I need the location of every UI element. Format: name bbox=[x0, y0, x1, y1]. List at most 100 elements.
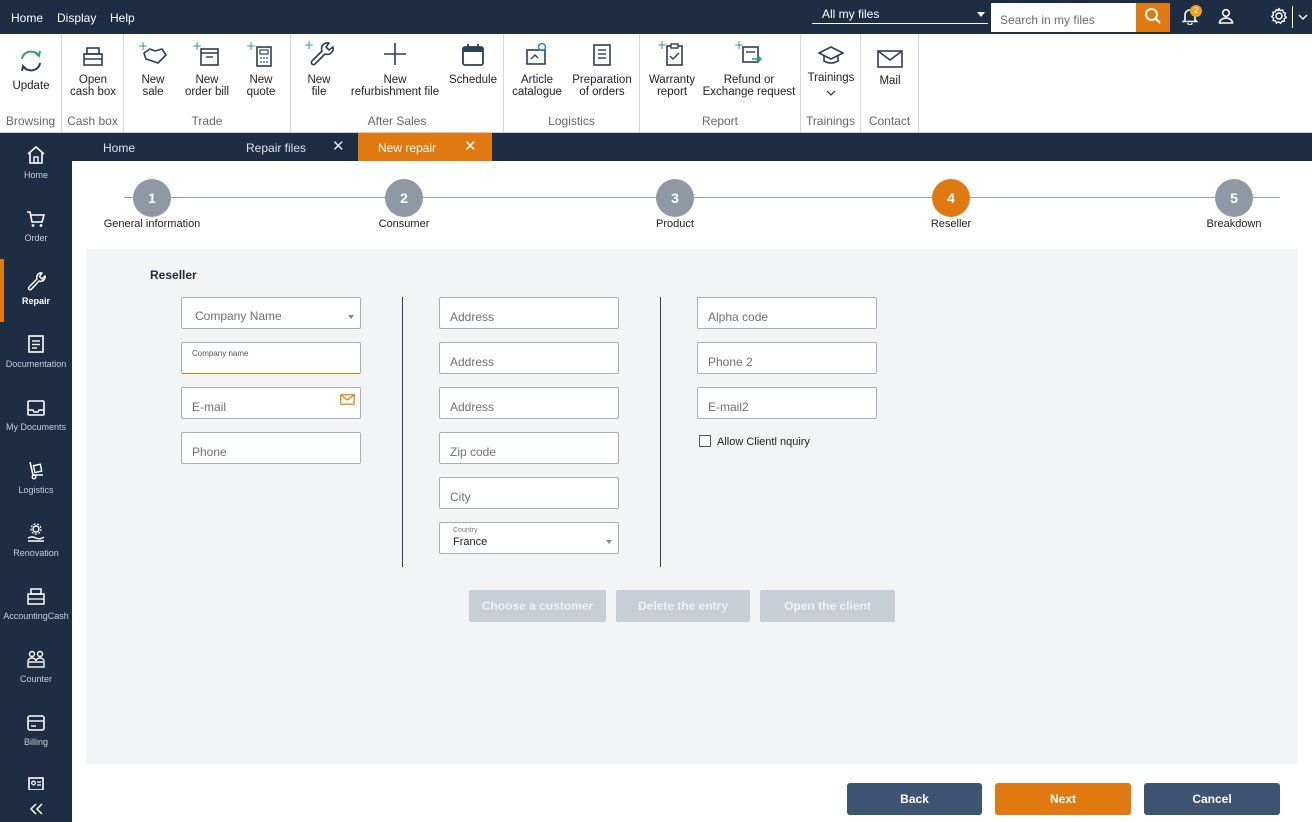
gear-icon bbox=[1270, 7, 1288, 28]
svg-text:+: + bbox=[657, 39, 667, 52]
cancel-button[interactable]: Cancel bbox=[1144, 783, 1280, 815]
sidebar-item-repair[interactable]: Repair bbox=[0, 259, 72, 322]
new-quote-button[interactable]: + New quote bbox=[238, 34, 284, 98]
calendar-icon bbox=[461, 43, 485, 70]
ribbon-group-browsing: Update Browsing bbox=[0, 34, 62, 132]
step-5[interactable]: 5 bbox=[1215, 179, 1253, 217]
file-scope-select[interactable]: All my files bbox=[812, 4, 988, 24]
sidebar-item-label: Renovation bbox=[13, 548, 59, 558]
tab-home[interactable]: Home bbox=[72, 133, 200, 161]
refund-exchange-button[interactable]: + Refund or Exchange request bbox=[702, 34, 796, 98]
cart-icon bbox=[26, 210, 46, 231]
people-icon bbox=[26, 649, 46, 672]
phone-field[interactable]: Phone bbox=[181, 432, 361, 464]
sidebar-item-contacts[interactable] bbox=[0, 776, 72, 790]
notification-badge: 2 bbox=[1190, 5, 1202, 17]
schedule-button[interactable]: Schedule bbox=[447, 34, 499, 86]
phone2-field[interactable]: Phone 2 bbox=[697, 342, 877, 374]
sidebar-item-order[interactable]: Order bbox=[0, 196, 72, 259]
sidebar-item-accountingcash[interactable]: AccountingCash bbox=[0, 574, 72, 637]
sidebar-item-billing[interactable]: Billing bbox=[0, 700, 72, 763]
back-button[interactable]: Back bbox=[847, 783, 982, 815]
menu-help[interactable]: Help bbox=[110, 0, 135, 34]
next-button[interactable]: Next bbox=[995, 783, 1131, 815]
open-cash-box-button[interactable]: Open cash box bbox=[64, 34, 122, 98]
mail-button[interactable]: Mail bbox=[864, 34, 916, 87]
address-field-3[interactable]: Address bbox=[439, 387, 619, 419]
alpha-code-field[interactable]: Alpha code bbox=[697, 297, 877, 329]
collapse-sidebar-button[interactable] bbox=[0, 797, 72, 822]
article-catalogue-label: Article catalogue bbox=[512, 74, 562, 98]
new-file-button[interactable]: + New file bbox=[297, 34, 341, 98]
ribbon-toolbar: Update Browsing Open cash box Cash box +… bbox=[0, 34, 1312, 133]
open-client-button[interactable]: Open the client bbox=[760, 590, 895, 622]
menu-display[interactable]: Display bbox=[57, 0, 96, 34]
trainings-label: Trainings bbox=[807, 72, 855, 84]
sidebar-item-home[interactable]: Home bbox=[0, 133, 72, 196]
tab-label: Repair files bbox=[246, 141, 307, 155]
settings-dropdown[interactable] bbox=[1292, 6, 1312, 28]
address-field-1[interactable]: Address bbox=[439, 297, 619, 329]
update-label: Update bbox=[12, 80, 50, 92]
close-icon[interactable]: ✕ bbox=[464, 133, 477, 161]
preparation-of-orders-button[interactable]: Preparation of orders bbox=[570, 34, 634, 98]
warranty-report-label: Warranty report bbox=[648, 74, 696, 98]
user-button[interactable] bbox=[1216, 6, 1236, 28]
allow-inquiry-label: Allow Clientl nquiry bbox=[717, 436, 810, 448]
new-sale-button[interactable]: + New sale bbox=[130, 34, 176, 98]
step-3[interactable]: 3 bbox=[656, 179, 694, 217]
new-order-bill-label: New order bill bbox=[184, 74, 230, 98]
sidebar-item-counter[interactable]: Counter bbox=[0, 637, 72, 700]
ribbon-group-title: Trade bbox=[191, 114, 223, 128]
settings-button[interactable] bbox=[1269, 6, 1289, 28]
choose-customer-button[interactable]: Choose a customer bbox=[469, 590, 606, 622]
menu-home[interactable]: Home bbox=[11, 0, 43, 34]
ribbon-group-title: Contact bbox=[868, 114, 911, 128]
plus-icon bbox=[382, 41, 408, 70]
sidebar-item-label: Counter bbox=[19, 674, 53, 684]
sidebar-item-logistics[interactable]: Logistics bbox=[0, 448, 72, 511]
step-4[interactable]: 4 bbox=[932, 179, 970, 217]
search-box bbox=[991, 3, 1136, 32]
tab-repair-files[interactable]: Repair files ✕ bbox=[217, 133, 358, 161]
wizard-stepper: 1 General information 2 Consumer 3 Produ… bbox=[72, 161, 1312, 249]
step-2[interactable]: 2 bbox=[385, 179, 423, 217]
catalogue-icon bbox=[524, 41, 550, 70]
search-button[interactable] bbox=[1136, 3, 1170, 32]
email-field[interactable]: E-mail bbox=[181, 387, 361, 419]
step-2-label: Consumer bbox=[378, 218, 430, 230]
new-refurbishment-file-button[interactable]: New refurbishment file bbox=[345, 34, 445, 98]
home-icon bbox=[26, 145, 46, 168]
title-bar: Home Display Help All my files 2 bbox=[0, 0, 1312, 34]
update-button[interactable]: Update bbox=[2, 34, 60, 92]
sidebar-item-label: Home bbox=[23, 170, 48, 180]
zip-code-field[interactable]: Zip code bbox=[439, 432, 619, 464]
chevron-down-icon bbox=[606, 540, 612, 544]
trainings-button[interactable]: Trainings bbox=[804, 34, 858, 100]
warranty-report-button[interactable]: + Warranty report bbox=[646, 34, 698, 98]
sidebar-item-my-documents[interactable]: My Documents bbox=[0, 385, 72, 448]
document-icon bbox=[27, 334, 45, 357]
sidebar-item-label: Repair bbox=[21, 296, 50, 306]
chevron-down-icon bbox=[977, 12, 985, 17]
search-input[interactable] bbox=[991, 3, 1131, 32]
email2-field[interactable]: E-mail2 bbox=[697, 387, 877, 419]
company-name-select[interactable]: Company Name bbox=[181, 297, 361, 329]
country-select[interactable]: Country France bbox=[439, 522, 619, 554]
chevron-down-icon bbox=[804, 86, 858, 100]
allow-inquiry-checkbox[interactable] bbox=[699, 435, 711, 447]
city-field[interactable]: City bbox=[439, 477, 619, 509]
address-field-2[interactable]: Address bbox=[439, 342, 619, 374]
close-icon[interactable]: ✕ bbox=[332, 133, 345, 161]
inbox-icon bbox=[26, 399, 46, 420]
envelope-icon bbox=[340, 394, 355, 405]
new-order-bill-button[interactable]: + New order bill bbox=[180, 34, 234, 98]
step-1[interactable]: 1 bbox=[133, 179, 171, 217]
sidebar-item-renovation[interactable]: Renovation bbox=[0, 511, 72, 574]
tab-new-repair[interactable]: New repair ✕ bbox=[358, 133, 492, 161]
sidebar-item-label: Order bbox=[24, 233, 48, 243]
delete-entry-button[interactable]: Delete the entry bbox=[616, 590, 750, 622]
company-name-field[interactable]: Company name bbox=[181, 342, 361, 374]
sidebar-item-documentation[interactable]: Documentation bbox=[0, 322, 72, 385]
article-catalogue-button[interactable]: Article catalogue bbox=[510, 34, 564, 98]
